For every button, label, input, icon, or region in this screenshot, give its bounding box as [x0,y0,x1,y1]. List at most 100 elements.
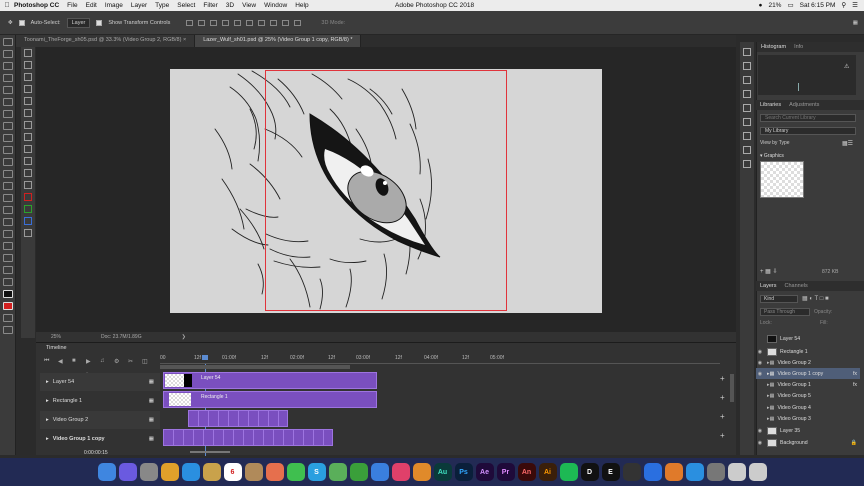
move-tool-icon[interactable] [2,38,13,46]
clip-rectangle-1[interactable]: Rectangle 1 [163,391,377,408]
app-x-icon[interactable] [622,463,641,481]
menu-help[interactable]: Help [295,2,308,9]
align-top-icon[interactable] [186,19,194,26]
stop-icon[interactable]: ■ [72,358,80,365]
search-icon[interactable]: ⚲ [841,1,846,9]
tab-toonami[interactable]: Toonami_TheForge_sh05.psd @ 33.3% (Video… [16,35,196,47]
expand-arrow-icon[interactable]: ▸ [46,379,49,385]
blur-tool-icon[interactable] [2,182,13,190]
finder-icon[interactable] [97,463,116,481]
clip-video-group-1-copy[interactable] [163,429,333,446]
color-panel-icon[interactable] [743,48,751,56]
timeline-scrollbar[interactable] [730,374,734,402]
history-brush-tool-icon[interactable] [2,146,13,154]
quick-mask-icon[interactable] [2,314,13,322]
fx-icon[interactable]: fx [853,382,857,388]
notification-icon[interactable]: ☰ [852,1,858,9]
character-panel-icon[interactable] [743,132,751,140]
visibility-eye-icon[interactable]: ◉ [756,360,764,366]
auto-select-dropdown[interactable]: Layer [66,17,91,28]
aftereffects-icon[interactable]: Ae [475,463,494,481]
layer-filter-kind[interactable]: Kind [760,295,798,303]
wifi-icon[interactable]: ● [759,2,763,9]
hand-tool-icon[interactable] [2,254,13,262]
film-icon[interactable]: ▦ [149,379,154,385]
clone-stamp-tool-icon[interactable] [2,134,13,142]
battery-percent[interactable]: 21% [768,2,781,9]
actions-icon[interactable] [24,85,32,93]
facetime-icon[interactable] [286,463,305,481]
expand-arrow-icon[interactable]: ▸ [46,398,49,404]
split-icon[interactable]: ✂ [128,358,136,365]
healing-brush-tool-icon[interactable] [2,110,13,118]
app-orange-icon[interactable] [664,463,683,481]
blend-mode-select[interactable]: Pass Through [760,308,810,316]
tab-histogram[interactable]: Histogram [757,44,790,50]
safari-icon[interactable] [181,463,200,481]
keynote-icon[interactable] [370,463,389,481]
brush-panel-icon[interactable] [743,104,751,112]
lock-icon[interactable]: 🔒 [851,440,857,446]
clock[interactable]: Sat 6:15 PM [800,2,836,9]
siri-icon[interactable] [118,463,137,481]
calendar-icon[interactable]: 6 [223,463,242,481]
menu-type[interactable]: Type [155,2,169,9]
eyedropper-tool-icon[interactable] [2,98,13,106]
track-video-group-1-copy[interactable]: ▸ Video Group 1 copy ▦ [40,430,160,448]
character-icon[interactable] [24,145,32,153]
layer-comps-icon[interactable] [24,73,32,81]
distribute-left-icon[interactable] [294,19,302,26]
menu-file[interactable]: File [67,2,77,9]
menu-3d[interactable]: 3D [226,2,234,9]
visibility-eye-icon[interactable]: ◉ [756,440,764,446]
marquee-tool-icon[interactable] [2,50,13,58]
adjust-icon[interactable] [24,229,32,237]
timeline-title[interactable]: Timeline [46,345,67,351]
library-graphic-thumbnail[interactable] [760,161,804,198]
align-left-icon[interactable] [222,19,230,26]
layer-row[interactable]: ▸▦ Video Group 4 [756,402,860,413]
properties-icon[interactable] [24,121,32,129]
paragraph-icon[interactable] [24,157,32,165]
layer-row[interactable]: ◉ Rectangle 1 [756,346,860,357]
preferences-icon[interactable] [706,463,725,481]
menu-image[interactable]: Image [105,2,123,9]
battery-icon[interactable]: ▭ [787,1,793,9]
clip-layer-54[interactable]: Layer 54 [163,372,377,389]
skype-icon[interactable]: S [307,463,326,481]
appstore-icon[interactable] [685,463,704,481]
tab-layers[interactable]: Layers [756,283,781,289]
track-rectangle-1[interactable]: ▸ Rectangle 1 ▦ [40,392,160,410]
layer-filter-icons[interactable]: ▦ ◐ T □ ■ [802,295,829,302]
layer-row[interactable]: ◉ Background 🔒 [756,437,860,448]
playhead[interactable] [202,355,208,360]
add-media-icon[interactable]: + [720,431,725,440]
auto-select-checkbox[interactable] [18,19,25,26]
tab-adjustments[interactable]: Adjustments [785,102,823,108]
chrome-icon[interactable] [160,463,179,481]
settings-gear-icon[interactable]: ⚙ [114,358,122,365]
background-color-swatch[interactable] [2,302,13,310]
paths-icon[interactable] [24,133,32,141]
visibility-eye-icon[interactable]: ◉ [756,428,764,434]
transform-controls-checkbox[interactable] [96,19,103,26]
library-select[interactable]: My Library [760,127,856,135]
brush-tool-icon[interactable] [2,122,13,130]
blue-swatch-icon[interactable] [24,217,32,225]
tab-lazer-wulf[interactable]: Lazer_Wulf_sh01.psd @ 25% (Video Group 1… [195,35,362,47]
layer-row[interactable]: Layer 54 [756,333,860,344]
timeline-ruler[interactable]: 00 12f 01:00f 12f 02:00f 12f 03:00f 12f … [160,354,720,364]
crop-tool-icon[interactable] [2,86,13,94]
styles-icon[interactable] [24,169,32,177]
books-icon[interactable] [412,463,431,481]
more-tools-icon[interactable] [2,278,13,286]
quick-select-tool-icon[interactable] [2,74,13,82]
pen-tool-icon[interactable] [2,206,13,214]
dodge-tool-icon[interactable] [2,194,13,202]
film-icon[interactable]: ▦ [149,398,154,404]
tab-channels[interactable]: Channels [781,283,812,289]
library-add-icon[interactable]: + ▦ ⇩ [760,268,778,275]
app-e-icon[interactable]: E [601,463,620,481]
green-swatch-icon[interactable] [24,205,32,213]
transition-icon[interactable]: ◫ [142,358,150,365]
